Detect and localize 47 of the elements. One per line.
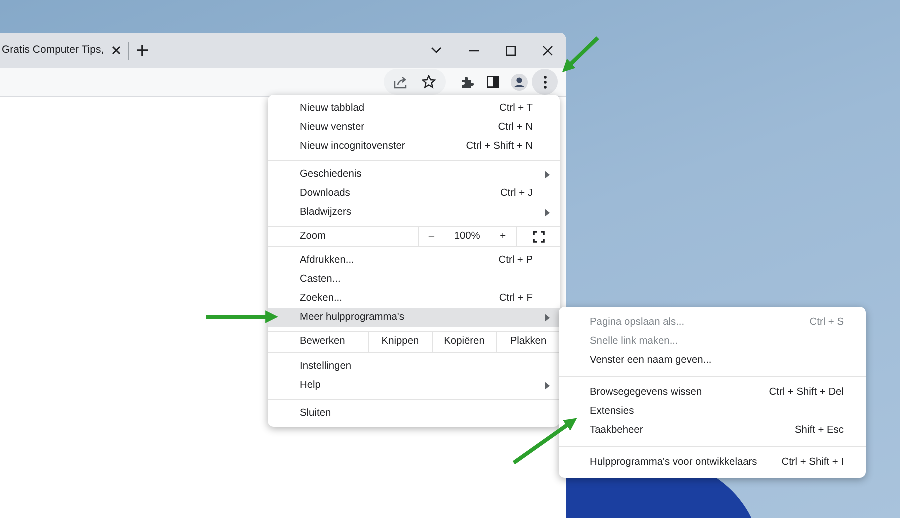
pointer-arrow (562, 36, 600, 72)
menu-item[interactable]: Nieuw venster Ctrl + N (268, 118, 560, 137)
submenu-item[interactable]: Venster een naam geven... (559, 351, 866, 370)
edit-label: Bewerken (300, 335, 346, 350)
submenu-item[interactable]: Taakbeheer Shift + Esc (559, 421, 866, 440)
fullscreen-icon[interactable] (532, 230, 544, 242)
menu-item[interactable]: Casten... (268, 270, 560, 289)
more-icon[interactable] (544, 76, 546, 88)
menu-item[interactable]: Bladwijzers (268, 203, 560, 222)
minimize-icon[interactable] (468, 50, 478, 52)
submenu-item[interactable]: Hulpprogramma's voor ontwikkelaars Ctrl + Shift + I (559, 453, 866, 472)
zoom-level: 100% (454, 230, 480, 244)
submenu-arrow-icon (544, 170, 550, 178)
menu-item[interactable]: Afdrukken... Ctrl + P (268, 251, 560, 270)
share-icon[interactable] (394, 76, 408, 88)
plus-icon[interactable] (137, 45, 148, 56)
maximize-icon[interactable] (506, 46, 516, 56)
close-icon[interactable] (542, 46, 552, 56)
menu-item[interactable]: Geschiedenis (268, 165, 560, 184)
zoom-out-button[interactable]: – (428, 228, 435, 244)
edit-button[interactable]: Knippen (368, 332, 432, 352)
zoom-label: Zoom (300, 230, 326, 244)
pointer-arrow (512, 418, 578, 465)
avatar-icon[interactable] (510, 74, 528, 90)
menu-item[interactable]: Zoeken... Ctrl + F (268, 289, 560, 308)
menu-item[interactable]: Help (268, 376, 560, 395)
menu-item[interactable]: Nieuw tabblad Ctrl + T (268, 99, 560, 118)
puzzle-icon[interactable] (460, 76, 474, 88)
menu-button[interactable] (532, 69, 558, 95)
menu-item[interactable]: Sluiten (268, 404, 560, 423)
zoom-in-button[interactable]: + (500, 228, 506, 244)
menu-item[interactable]: Meer hulpprogramma's (268, 308, 560, 327)
submenu-item[interactable]: Browsegegevens wissen Ctrl + Shift + Del (559, 383, 866, 402)
submenu-arrow-icon (544, 314, 550, 322)
submenu-arrow-icon (544, 208, 550, 216)
menu-item[interactable]: Downloads Ctrl + J (268, 184, 560, 203)
submenu-arrow-icon (544, 382, 550, 390)
chevron-down-icon[interactable] (431, 47, 442, 54)
menu-item[interactable]: Nieuw incognitovenster Ctrl + Shift + N (268, 137, 560, 156)
tab-title: Gratis Computer Tips, (2, 42, 104, 58)
address-bar-end[interactable] (384, 69, 446, 95)
side-panel-icon[interactable] (487, 76, 499, 88)
menu-item[interactable]: Instellingen (268, 357, 560, 376)
star-icon[interactable] (422, 75, 436, 89)
submenu-item[interactable]: Extensies (559, 402, 866, 421)
edit-button[interactable]: Kopiëren (432, 332, 496, 352)
close-icon[interactable] (112, 46, 122, 55)
